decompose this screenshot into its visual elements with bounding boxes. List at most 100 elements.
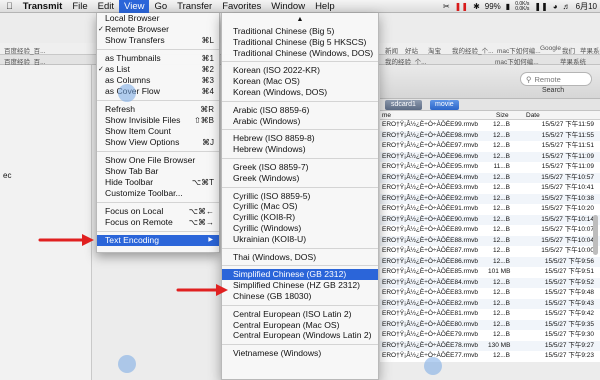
file-row[interactable]: ERO†Ÿ¡Â½¿È÷Ò÷ÀÔËE98.rmvb 12...B 15/5/27 下午…: [380, 130, 600, 141]
menu-edit[interactable]: Edit: [93, 0, 119, 13]
view-menu-item-show-one-file-browser[interactable]: Show One File Browser: [97, 155, 219, 166]
view-menu-item-show-view-options[interactable]: Show View Options ⌘J: [97, 137, 219, 148]
file-row[interactable]: ERO†Ÿ¡Â½¿È÷Ò÷ÀÔËE77.rmvb 12...B 15/5/27 下午…: [380, 351, 600, 362]
file-row[interactable]: ERO†Ÿ¡Â½¿È÷Ò÷ÀÔËE79.rmvb 12...B 15/5/27 下午…: [380, 330, 600, 341]
encoding-item-cyrillic-mac-os[interactable]: Cyrillic (Mac OS): [222, 201, 378, 212]
encoding-item-greek-iso-8859-7[interactable]: Greek (ISO 8859-7): [222, 162, 378, 173]
scroll-up-icon[interactable]: ▲: [222, 13, 378, 26]
apple-icon[interactable]: : [0, 0, 17, 13]
breadcrumb-movie[interactable]: movie: [430, 100, 459, 110]
file-row[interactable]: ERO†Ÿ¡Â½¿È÷Ò÷ÀÔËE94.rmvb 12...B 15/5/27 下午…: [380, 172, 600, 183]
file-row[interactable]: ERO†Ÿ¡Â½¿È÷Ò÷ÀÔËE80.rmvb 12...B 15/5/27 下午…: [380, 319, 600, 330]
bookmark[interactable]: 我的经验_个...: [452, 45, 494, 55]
view-menu-item-as-list[interactable]: ✓ as List ⌘2: [97, 64, 219, 75]
encoding-item-central-european-windows-latin-2[interactable]: Central European (Windows Latin 2): [222, 330, 378, 341]
encoding-item-vietnamese-windows[interactable]: Vietnamese (Windows): [222, 348, 378, 359]
file-row[interactable]: ERO†Ÿ¡Â½¿È÷Ò÷ÀÔËE81.rmvb 12...B 15/5/27 下午…: [380, 309, 600, 320]
encoding-item-traditional-chinese-big-5-hkscs[interactable]: Traditional Chinese (Big 5 HKSCS): [222, 37, 378, 48]
bookmark[interactable]: 淘宝: [428, 45, 441, 55]
file-row[interactable]: ERO†Ÿ¡Â½¿È÷Ò÷ÀÔËE89.rmvb 12...B 15/5/27 下午…: [380, 225, 600, 236]
encoding-item-cyrillic-iso-8859-5[interactable]: Cyrillic (ISO 8859-5): [222, 191, 378, 202]
menu-go[interactable]: Go: [149, 0, 172, 13]
encoding-item-korean-mac-os[interactable]: Korean (Mac OS): [222, 76, 378, 87]
bluetooth-icon[interactable]: ✱: [473, 2, 480, 11]
file-row[interactable]: ERO†Ÿ¡Â½¿È÷Ò÷ÀÔËE96.rmvb 12...B 15/5/27 下午…: [380, 151, 600, 162]
view-menu-item-as-thumbnails[interactable]: as Thumbnails ⌘1: [97, 53, 219, 64]
encoding-item-central-european-mac-os[interactable]: Central European (Mac OS): [222, 320, 378, 331]
view-menu-item-text-encoding[interactable]: Text Encoding ▶: [97, 235, 219, 246]
view-menu-item-refresh[interactable]: Refresh ⌘R: [97, 104, 219, 115]
view-menu-item-show-tab-bar[interactable]: Show Tab Bar: [97, 166, 219, 177]
menu-view[interactable]: View: [119, 0, 150, 13]
file-row[interactable]: ERO†Ÿ¡Â½¿È÷Ò÷ÀÔËE90.rmvb 12...B 15/5/27 下午…: [380, 214, 600, 225]
view-menu-item-hide-toolbar[interactable]: Hide Toolbar ⌥⌘T: [97, 177, 219, 188]
encoding-item-korean-windows-dos[interactable]: Korean (Windows, DOS): [222, 87, 378, 98]
file-row[interactable]: ERO†Ÿ¡Â½¿È÷Ò÷ÀÔËE92.rmvb 12...B 15/5/27 下午…: [380, 193, 600, 204]
scissors-icon[interactable]: ✂: [443, 2, 450, 11]
menu-transfer[interactable]: Transfer: [172, 0, 217, 13]
encoding-item-simplified-chinese-hz-gb-2312[interactable]: Simplified Chinese (HZ GB 2312): [222, 280, 378, 291]
encoding-item-arabic-windows[interactable]: Arabic (Windows): [222, 116, 378, 127]
view-menu-item-show-invisible-files[interactable]: Show Invisible Files ⇧⌘B: [97, 115, 219, 126]
view-menu-item-remote-browser[interactable]: ✓ Remote Browser: [97, 24, 219, 35]
encoding-item-greek-windows[interactable]: Greek (Windows): [222, 173, 378, 184]
breadcrumb-sdcard1[interactable]: sdcard1: [385, 100, 422, 110]
view-menu-item-show-transfers[interactable]: Show Transfers ⌘L: [97, 35, 219, 46]
encoding-item-hebrew-iso-8859-8[interactable]: Hebrew (ISO 8859-8): [222, 133, 378, 144]
bookmark[interactable]: Google: [540, 45, 561, 52]
file-row[interactable]: ERO†Ÿ¡Â½¿È÷Ò÷ÀÔËE84.rmvb 12...B 15/5/27 下午…: [380, 277, 600, 288]
menu-window[interactable]: Window: [266, 0, 310, 13]
encoding-item-thai-windows-dos[interactable]: Thai (Windows, DOS): [222, 252, 378, 263]
view-menu-item-as-cover-flow[interactable]: as Cover Flow⌘4: [97, 86, 219, 97]
bookmark[interactable]: mac下如何编...: [497, 45, 541, 55]
file-row[interactable]: ERO†Ÿ¡Â½¿È÷Ò÷ÀÔËE88.rmvb 12...B 15/5/27 下午…: [380, 235, 600, 246]
encoding-item-chinese-gb-18030[interactable]: Chinese (GB 18030): [222, 291, 378, 302]
menu-app[interactable]: Transmit: [17, 0, 68, 13]
column-name[interactable]: me: [382, 112, 391, 119]
file-row[interactable]: ERO†Ÿ¡Â½¿È÷Ò÷ÀÔËE95.rmvb 11...B 15/5/27 下午…: [380, 162, 600, 173]
encoding-item-simplified-chinese-gb-2312[interactable]: Simplified Chinese (GB 2312): [222, 269, 378, 281]
file-row[interactable]: ERO†Ÿ¡Â½¿È÷Ò÷ÀÔËE78.rmvb 130 MB 15/5/27 下午…: [380, 340, 600, 351]
file-row[interactable]: ERO†Ÿ¡Â½¿È÷Ò÷ÀÔËE83.rmvb 12...B 15/5/27 下午…: [380, 288, 600, 299]
search-input[interactable]: ⚲ Remote: [520, 72, 592, 86]
encoding-item-traditional-chinese-windows-dos[interactable]: Traditional Chinese (Windows, DOS): [222, 48, 378, 59]
view-menu-item-focus-on-local[interactable]: Focus on Local ⌥⌘←: [97, 206, 219, 217]
file-row[interactable]: ERO†Ÿ¡Â½¿È÷Ò÷ÀÔËE82.rmvb 12...B 15/5/27 下午…: [380, 298, 600, 309]
menu-favorites[interactable]: Favorites: [217, 0, 266, 13]
bookmark[interactable]: 百度经验_百...: [4, 45, 46, 55]
encoding-item-central-european-iso-latin-2[interactable]: Central European (ISO Latin 2): [222, 309, 378, 320]
view-menu-item-customize-toolbar[interactable]: Customize Toolbar...: [97, 188, 219, 199]
volume-icon[interactable]: ♬: [563, 2, 571, 11]
file-row[interactable]: ERO†Ÿ¡Â½¿È÷Ò÷ÀÔËE91.rmvb 12...B 15/5/27 下午…: [380, 204, 600, 215]
column-date[interactable]: Date: [526, 112, 540, 119]
wifi-icon[interactable]: ◕: [553, 2, 558, 11]
file-row[interactable]: ERO†Ÿ¡Â½¿È÷Ò÷ÀÔËE99.rmvb 12...B 15/5/27 下午…: [380, 120, 600, 131]
view-menu-item-focus-on-remote[interactable]: Focus on Remote ⌥⌘→: [97, 217, 219, 228]
encoding-item-arabic-iso-8859-6[interactable]: Arabic (ISO 8859-6): [222, 105, 378, 116]
pause-icon-2[interactable]: ❚❚: [534, 2, 547, 11]
file-row[interactable]: ERO†Ÿ¡Â½¿È÷Ò÷ÀÔËE93.rmvb 12...B 15/5/27 下午…: [380, 183, 600, 194]
view-menu-item-local-browser[interactable]: Local Browser: [97, 13, 219, 24]
view-menu-item-as-columns[interactable]: as Columns ⌘3: [97, 75, 219, 86]
file-row[interactable]: ERO†Ÿ¡Â½¿È÷Ò÷ÀÔËE87.rmvb 12...B 15/5/27 下午…: [380, 246, 600, 257]
battery-level[interactable]: 99%: [485, 2, 501, 11]
bookmark[interactable]: 新闻: [385, 45, 398, 55]
encoding-item-cyrillic-koi8-r[interactable]: Cyrillic (KOI8-R): [222, 212, 378, 223]
pause-icon[interactable]: ❚❚: [455, 2, 468, 11]
encoding-item-hebrew-windows[interactable]: Hebrew (Windows): [222, 144, 378, 155]
menu-file[interactable]: File: [67, 0, 92, 13]
encoding-item-cyrillic-windows[interactable]: Cyrillic (Windows): [222, 223, 378, 234]
bookmark[interactable]: 我们: [562, 45, 575, 55]
encoding-item-ukrainian-koi8-u[interactable]: Ukrainian (KOI8-U): [222, 234, 378, 245]
file-row[interactable]: ERO†Ÿ¡Â½¿È÷Ò÷ÀÔËE85.rmvb 101 MB 15/5/27 下午…: [380, 267, 600, 278]
encoding-item-korean-iso-2022-kr[interactable]: Korean (ISO 2022-KR): [222, 65, 378, 76]
clock[interactable]: 6月10: [576, 1, 597, 12]
bookmark[interactable]: 好站: [405, 45, 418, 55]
bookmark[interactable]: 苹果系统: [580, 45, 600, 55]
menu-help[interactable]: Help: [310, 0, 340, 13]
file-row[interactable]: ERO†Ÿ¡Â½¿È÷Ò÷ÀÔËE97.rmvb 12...B 15/5/27 下午…: [380, 141, 600, 152]
view-menu-item-show-item-count[interactable]: Show Item Count: [97, 126, 219, 137]
encoding-item-traditional-chinese-big-5[interactable]: Traditional Chinese (Big 5): [222, 26, 378, 37]
column-size[interactable]: Size: [496, 112, 509, 119]
scrollbar[interactable]: [593, 215, 598, 255]
